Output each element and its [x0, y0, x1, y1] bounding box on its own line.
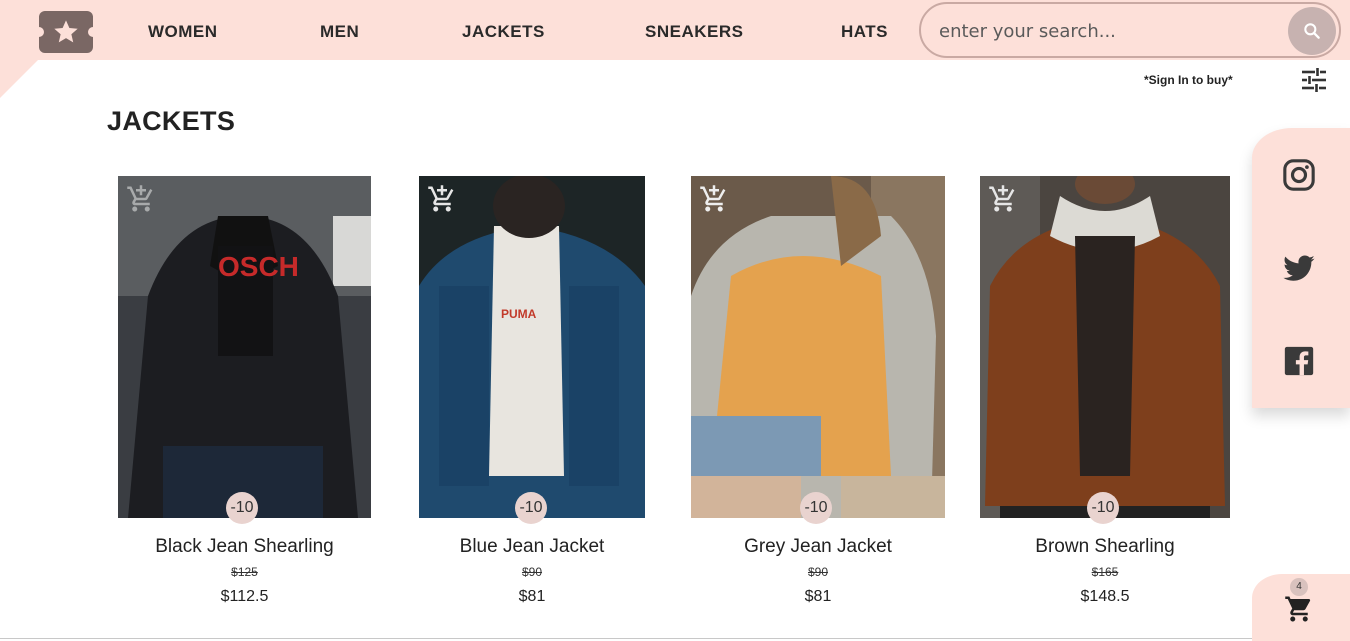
- add-to-cart-icon[interactable]: [699, 184, 729, 214]
- search-input[interactable]: [939, 17, 1269, 45]
- original-price: $125: [231, 565, 258, 579]
- nav-men[interactable]: MEN: [320, 22, 359, 42]
- original-price: $165: [1091, 565, 1119, 579]
- add-to-cart-icon[interactable]: [988, 184, 1018, 214]
- search-bar: [919, 2, 1341, 58]
- header-corner-decoration: [0, 60, 38, 98]
- facebook-icon[interactable]: [1282, 344, 1316, 378]
- search-icon: [1304, 23, 1320, 39]
- discount-badge: -10: [1087, 492, 1119, 524]
- product-name[interactable]: Brown Shearling: [980, 536, 1230, 558]
- product-name[interactable]: Blue Jean Jacket: [419, 536, 645, 558]
- discount-badge: -10: [515, 492, 547, 524]
- nav-hats[interactable]: HATS: [841, 22, 888, 42]
- sale-price: $112.5: [220, 588, 269, 605]
- social-links-panel: [1252, 128, 1350, 408]
- original-price: $90: [521, 565, 543, 579]
- product-name[interactable]: Grey Jean Jacket: [691, 536, 945, 558]
- nav-jackets[interactable]: JACKETS: [462, 22, 545, 42]
- discount-badge: -10: [226, 492, 258, 524]
- page-title: JACKETS: [107, 106, 236, 136]
- sale-price: $81: [804, 588, 832, 605]
- instagram-icon[interactable]: [1282, 158, 1316, 192]
- page-divider: [0, 638, 1252, 639]
- filter-sliders-icon[interactable]: [1301, 68, 1327, 92]
- shopping-cart-icon[interactable]: [1284, 594, 1314, 624]
- nav-women[interactable]: WOMEN: [148, 22, 218, 42]
- search-button[interactable]: [1288, 7, 1336, 55]
- sale-price: $81: [518, 588, 546, 605]
- twitter-icon[interactable]: [1282, 252, 1316, 286]
- sale-price: $148.5: [1080, 588, 1130, 605]
- product-image[interactable]: [691, 176, 945, 518]
- add-to-cart-icon[interactable]: [427, 184, 457, 214]
- svg-text:OSCH: OSCH: [218, 251, 299, 282]
- product-image[interactable]: [980, 176, 1230, 518]
- original-price: $90: [807, 565, 829, 579]
- product-image[interactable]: OSCH: [118, 176, 371, 518]
- logo-star-icon[interactable]: [34, 11, 98, 53]
- svg-text:PUMA: PUMA: [501, 307, 537, 321]
- nav-sneakers[interactable]: SNEAKERS: [645, 22, 743, 42]
- discount-badge: -10: [800, 492, 832, 524]
- cart-panel[interactable]: 4: [1252, 574, 1350, 641]
- product-image[interactable]: PUMA: [419, 176, 645, 518]
- sign-in-note: *Sign In to buy*: [1144, 73, 1233, 87]
- product-name[interactable]: Black Jean Shearling: [118, 536, 371, 558]
- add-to-cart-icon[interactable]: [126, 184, 156, 214]
